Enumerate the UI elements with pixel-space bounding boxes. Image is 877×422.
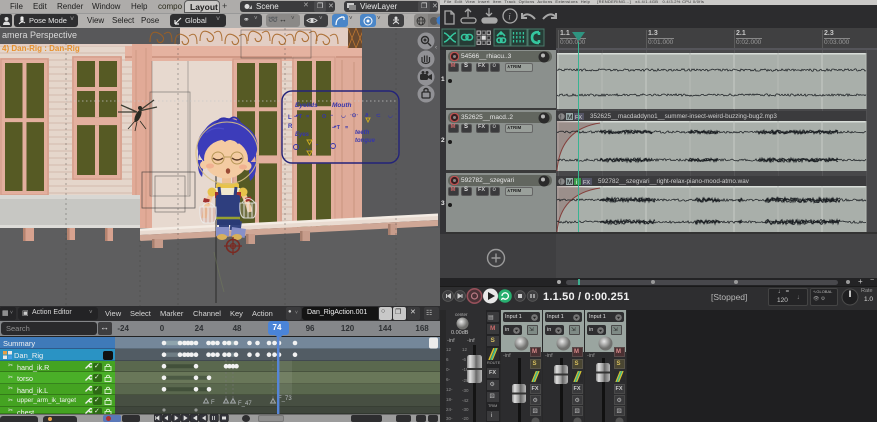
- svg-text:F: F: [211, 400, 215, 406]
- svg-text:‹: ‹: [435, 45, 437, 51]
- svg-text:teeth: teeth: [355, 130, 370, 136]
- svg-text:L: L: [288, 115, 292, 121]
- svg-text:i: i: [508, 12, 511, 22]
- svg-text:Mouth: Mouth: [332, 102, 352, 109]
- svg-text:Eyelids: Eyelids: [295, 102, 318, 109]
- svg-text:O: O: [322, 114, 327, 120]
- svg-text:F_73: F_73: [278, 396, 292, 402]
- svg-text:=: =: [306, 114, 309, 120]
- svg-text:⬏T: ⬏T: [332, 125, 341, 131]
- svg-text:ˆ: ˆ: [316, 144, 318, 150]
- svg-text:Eyes: Eyes: [295, 132, 310, 138]
- svg-text:R: R: [288, 124, 293, 130]
- svg-text:FX: FX: [583, 179, 590, 184]
- svg-text:F_47: F_47: [238, 401, 252, 407]
- svg-text:⊂: ⊂: [376, 113, 381, 119]
- svg-text:M: M: [567, 179, 572, 185]
- svg-text:M: M: [567, 114, 572, 120]
- svg-text:−: −: [330, 113, 333, 119]
- svg-text:⋅⊙⋅: ⋅⊙⋅: [350, 113, 358, 119]
- svg-text:⬏T: ⬏T: [294, 114, 303, 120]
- svg-text:=: =: [345, 125, 348, 131]
- svg-text:tongue: tongue: [355, 138, 376, 144]
